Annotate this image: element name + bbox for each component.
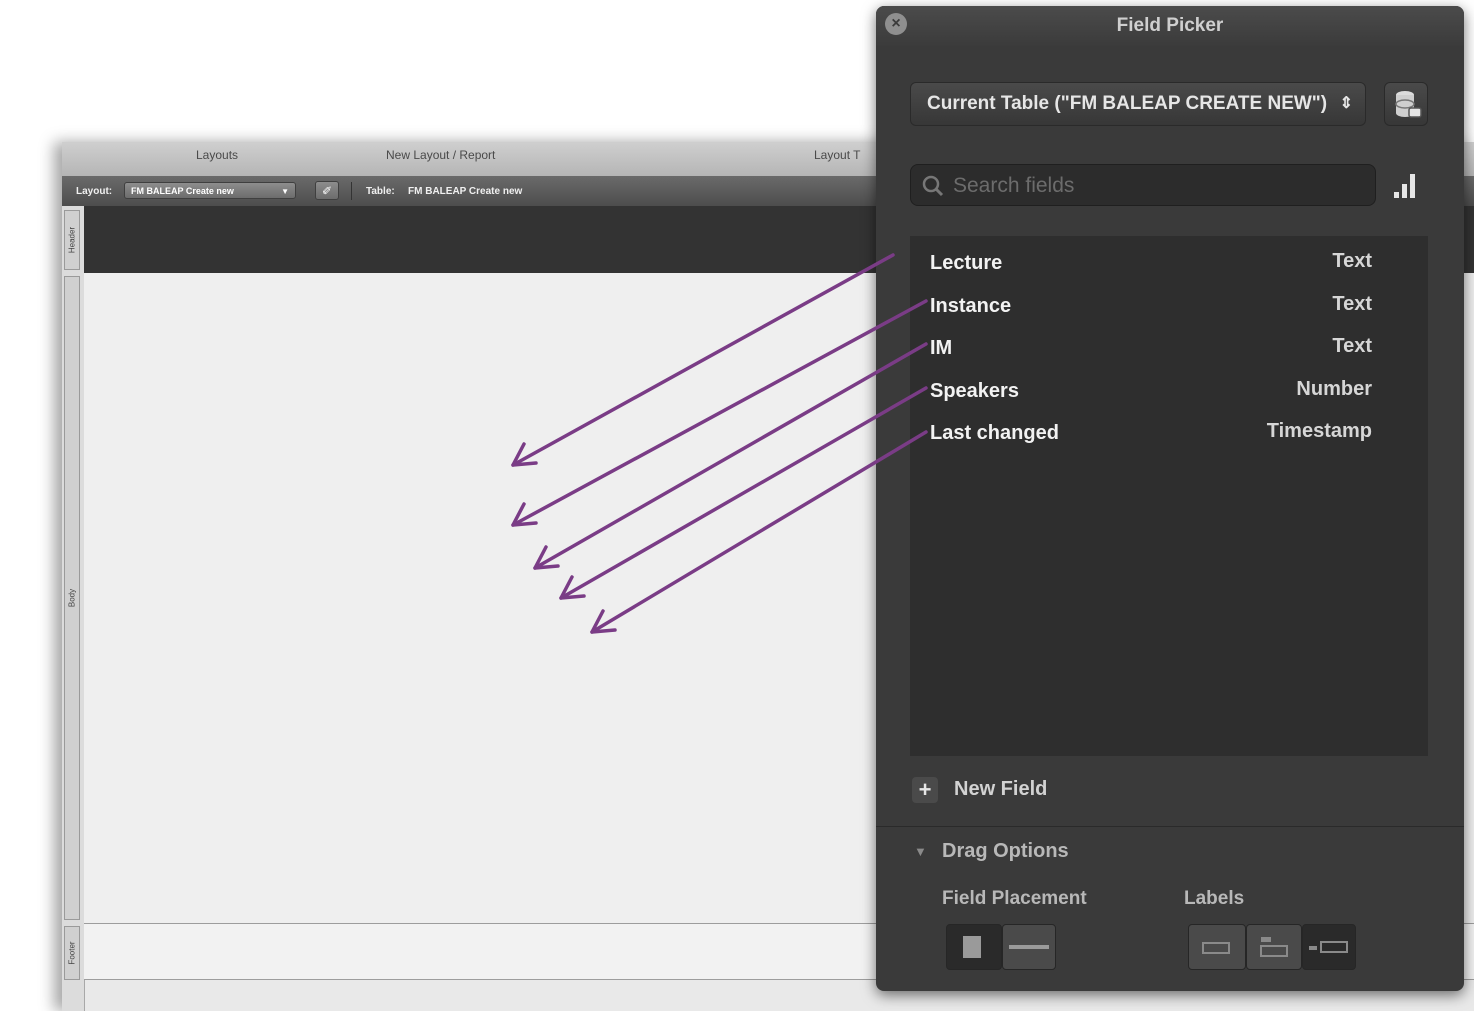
search-input[interactable] xyxy=(951,165,1365,207)
current-table-select[interactable]: Current Table ("FM BALEAP CREATE NEW") ⇕ xyxy=(910,82,1366,126)
field-row-lecture[interactable]: Lecture Text xyxy=(910,244,1428,284)
new-field-label: New Field xyxy=(954,778,1048,800)
table-value: FM BALEAP Create new xyxy=(408,186,523,197)
bar-chart-icon xyxy=(1394,174,1415,198)
labels-left-button[interactable] xyxy=(1302,924,1356,970)
field-type: Text xyxy=(1332,250,1372,272)
field-picker-panel: × Field Picker Current Table ("FM BALEAP… xyxy=(876,6,1464,991)
field-list: Lecture Text Instance Text IM Text Speak… xyxy=(910,236,1428,756)
labels-top-button[interactable] xyxy=(1246,924,1302,970)
labels-label: Labels xyxy=(1184,888,1245,909)
toolbar-layouts-label[interactable]: Layouts xyxy=(196,148,238,162)
part-ruler: Header Body Footer xyxy=(62,206,85,1011)
manage-layouts-button[interactable]: ✐ xyxy=(315,181,339,200)
header-part-label: Header xyxy=(67,226,77,254)
field-placement-label: Field Placement xyxy=(942,888,1087,909)
sort-button[interactable] xyxy=(1386,166,1426,206)
label-left-icon xyxy=(1309,941,1348,953)
field-type: Text xyxy=(1332,293,1372,315)
pencil-icon: ✐ xyxy=(321,184,333,198)
manage-database-button[interactable] xyxy=(1384,82,1428,126)
field-picker-title: Field Picker xyxy=(1116,15,1224,36)
toolbar-new-layout-label[interactable]: New Layout / Report xyxy=(386,148,495,162)
field-row-instance[interactable]: Instance Text xyxy=(910,287,1428,327)
field-name: IM xyxy=(930,337,953,359)
layout-label: Layout: xyxy=(76,186,113,197)
field-name: Lecture xyxy=(930,252,1003,274)
field-name: Speakers xyxy=(930,380,1019,402)
current-table-value: Current Table ("FM BALEAP CREATE NEW") xyxy=(927,93,1328,114)
field-type: Timestamp xyxy=(1266,420,1372,442)
placement-horizontal-button[interactable] xyxy=(1002,924,1056,970)
database-icon xyxy=(1395,91,1422,118)
field-type: Text xyxy=(1332,335,1372,357)
toolbar-divider xyxy=(351,182,352,200)
field-name: Instance xyxy=(930,295,1012,317)
disclosure-triangle-icon: ▼ xyxy=(914,844,927,859)
up-down-chevron-icon: ⇕ xyxy=(1339,95,1353,112)
chevron-down-icon: ▼ xyxy=(281,187,289,196)
footer-part-label: Footer xyxy=(67,941,77,965)
body-part-label: Body xyxy=(67,588,77,608)
body-part-tab[interactable]: Body xyxy=(64,276,80,920)
field-no-label-icon xyxy=(1202,942,1230,954)
divider xyxy=(876,826,1464,827)
layout-select-value: FM BALEAP Create new xyxy=(131,186,234,196)
drag-options-label: Drag Options xyxy=(942,840,1069,862)
plus-icon: + xyxy=(912,777,938,803)
field-row-last-changed[interactable]: Last changed Timestamp xyxy=(910,414,1428,454)
footer-part-tab[interactable]: Footer xyxy=(64,926,80,980)
labels-none-button[interactable] xyxy=(1188,924,1246,970)
drag-options-toggle[interactable]: ▼ Drag Options xyxy=(914,838,1154,868)
label-top-icon xyxy=(1260,937,1288,957)
table-label: Table: xyxy=(366,186,395,197)
vertical-placement-icon xyxy=(963,936,981,958)
header-part-tab[interactable]: Header xyxy=(64,210,80,270)
field-type: Number xyxy=(1296,378,1372,400)
search-box xyxy=(910,164,1376,207)
toolbar-layout-tools-label[interactable]: Layout T xyxy=(814,148,860,162)
new-field-button[interactable]: + New Field xyxy=(912,774,1092,806)
field-row-im[interactable]: IM Text xyxy=(910,329,1428,369)
horizontal-placement-icon xyxy=(1009,945,1049,949)
search-icon xyxy=(922,175,944,197)
field-name: Last changed xyxy=(930,422,1059,444)
field-picker-titlebar[interactable]: × Field Picker xyxy=(876,6,1464,46)
field-row-speakers[interactable]: Speakers Number xyxy=(910,372,1428,412)
placement-vertical-button[interactable] xyxy=(946,924,1002,970)
layout-select[interactable]: FM BALEAP Create new ▼ xyxy=(124,182,296,199)
